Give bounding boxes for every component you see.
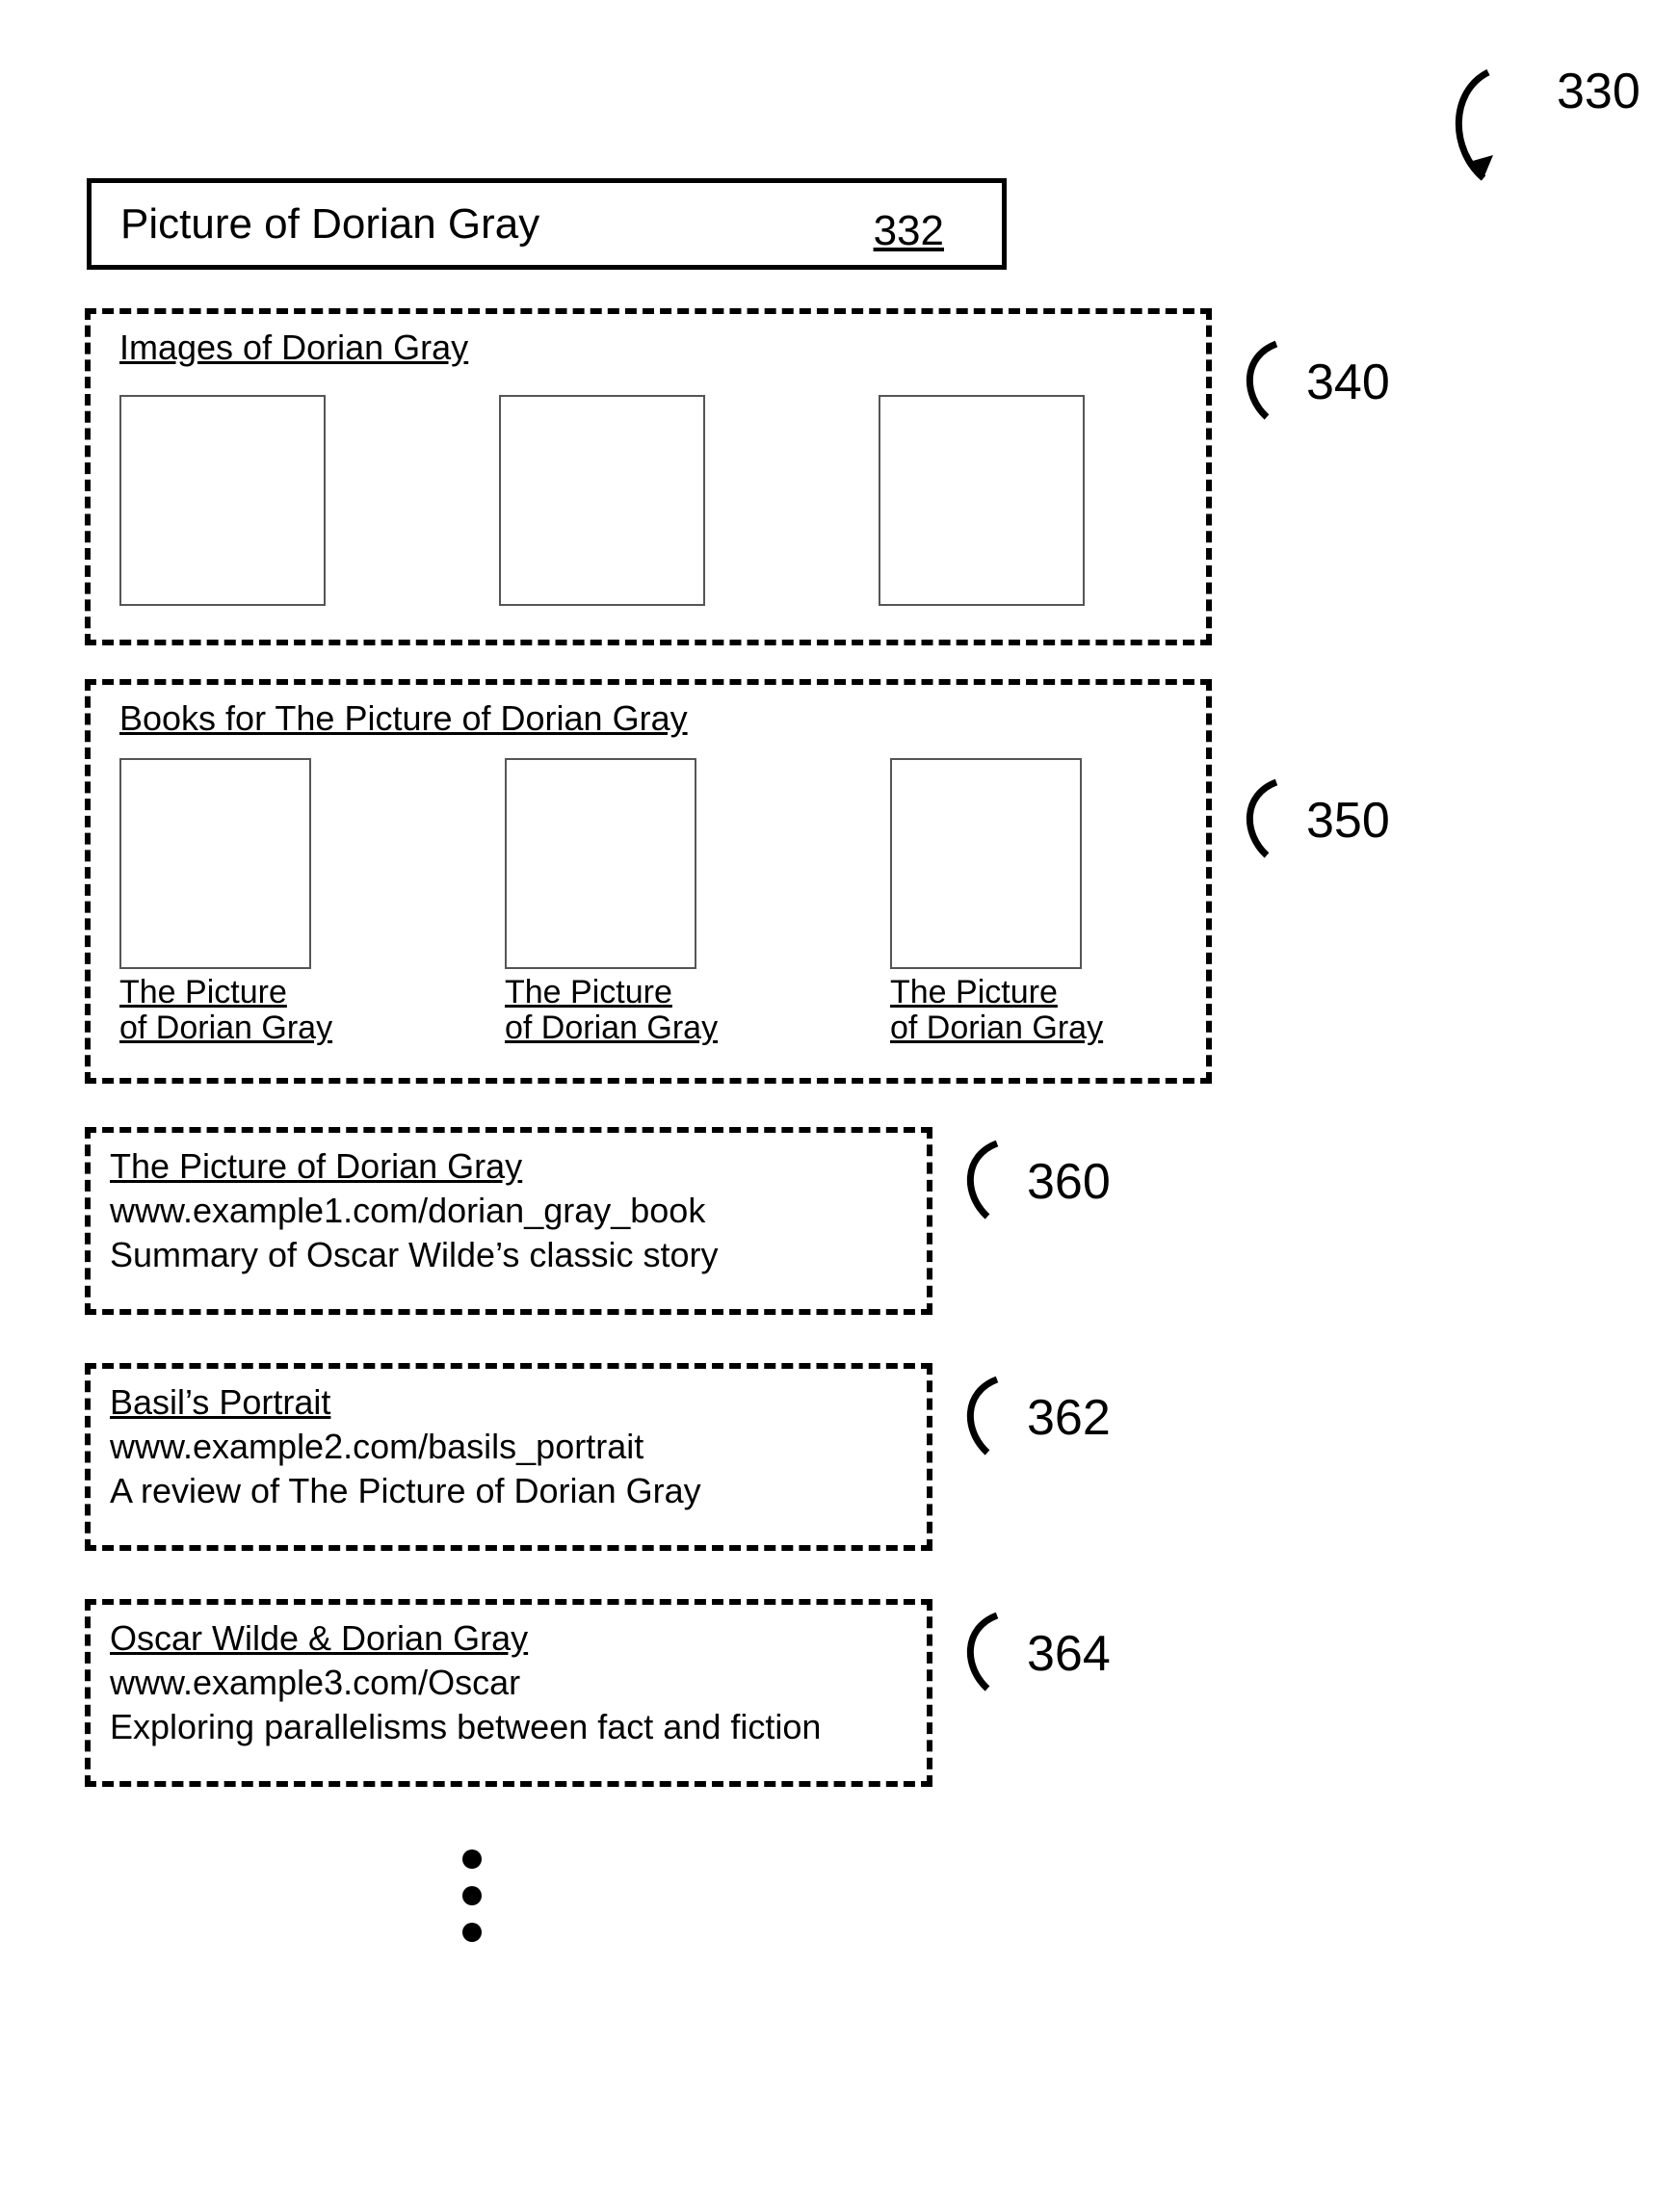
ref-number: 360 xyxy=(1027,1153,1111,1211)
book-caption[interactable]: The Picture of Dorian Gray xyxy=(119,975,332,1047)
images-results-section: Images of Dorian Gray xyxy=(85,308,1212,645)
book-caption-line: The Picture xyxy=(119,974,287,1010)
web-result[interactable]: Basil’s Portrait www.example2.com/basils… xyxy=(85,1363,932,1551)
search-query: Picture of Dorian Gray xyxy=(120,200,539,249)
result-title[interactable]: Oscar Wilde & Dorian Gray xyxy=(110,1618,927,1659)
result-url[interactable]: www.example3.com/Oscar xyxy=(110,1663,927,1703)
ref-number: 350 xyxy=(1306,792,1390,850)
ref-number: 362 xyxy=(1027,1389,1111,1447)
book-thumbnail[interactable] xyxy=(119,758,311,969)
book-caption-line: of Dorian Gray xyxy=(119,1010,332,1046)
book-caption[interactable]: The Picture of Dorian Gray xyxy=(505,975,718,1047)
book-caption-line: The Picture xyxy=(890,974,1058,1010)
images-section-title[interactable]: Images of Dorian Gray xyxy=(119,328,1206,368)
image-thumbnail[interactable] xyxy=(879,395,1085,606)
book-item[interactable]: The Picture of Dorian Gray xyxy=(505,758,741,1047)
result-url[interactable]: www.example2.com/basils_portrait xyxy=(110,1427,927,1467)
figure-ref-362: 362 xyxy=(944,1368,1111,1464)
book-thumbnail[interactable] xyxy=(505,758,696,969)
figure-ref-340: 340 xyxy=(1223,332,1390,429)
figure-ref-330: 330 xyxy=(1416,63,1641,207)
figure-ref-364: 364 xyxy=(944,1604,1111,1700)
books-section-title[interactable]: Books for The Picture of Dorian Gray xyxy=(119,698,1206,739)
figure-ref-350: 350 xyxy=(1223,771,1390,867)
books-results-section: Books for The Picture of Dorian Gray The… xyxy=(85,679,1212,1084)
result-snippet: Summary of Oscar Wilde’s classic story xyxy=(110,1235,927,1275)
image-thumbnails xyxy=(119,395,1206,606)
ref-number: 330 xyxy=(1557,63,1641,120)
result-title[interactable]: The Picture of Dorian Gray xyxy=(110,1146,927,1187)
result-url[interactable]: www.example1.com/dorian_gray_book xyxy=(110,1191,927,1231)
book-item[interactable]: The Picture of Dorian Gray xyxy=(119,758,355,1047)
book-caption-line: of Dorian Gray xyxy=(505,1010,718,1046)
book-thumbnails: The Picture of Dorian Gray The Picture o… xyxy=(119,758,1206,1047)
ref-number: 340 xyxy=(1306,354,1390,411)
search-ref-number: 332 xyxy=(874,207,944,255)
ref-number: 364 xyxy=(1027,1625,1111,1683)
book-thumbnail[interactable] xyxy=(890,758,1082,969)
book-caption[interactable]: The Picture of Dorian Gray xyxy=(890,975,1103,1047)
result-snippet: A review of The Picture of Dorian Gray xyxy=(110,1471,927,1511)
book-caption-line: of Dorian Gray xyxy=(890,1010,1103,1046)
search-box[interactable]: Picture of Dorian Gray 332 xyxy=(87,178,1007,270)
image-thumbnail[interactable] xyxy=(119,395,326,606)
web-result[interactable]: Oscar Wilde & Dorian Gray www.example3.c… xyxy=(85,1599,932,1787)
book-caption-line: The Picture xyxy=(505,974,672,1010)
result-snippet: Exploring parallelisms between fact and … xyxy=(110,1707,927,1747)
more-results-ellipsis-icon xyxy=(462,1849,482,1942)
web-result[interactable]: The Picture of Dorian Gray www.example1.… xyxy=(85,1127,932,1315)
figure-ref-360: 360 xyxy=(944,1132,1111,1228)
result-title[interactable]: Basil’s Portrait xyxy=(110,1382,927,1423)
book-item[interactable]: The Picture of Dorian Gray xyxy=(890,758,1126,1047)
image-thumbnail[interactable] xyxy=(499,395,705,606)
